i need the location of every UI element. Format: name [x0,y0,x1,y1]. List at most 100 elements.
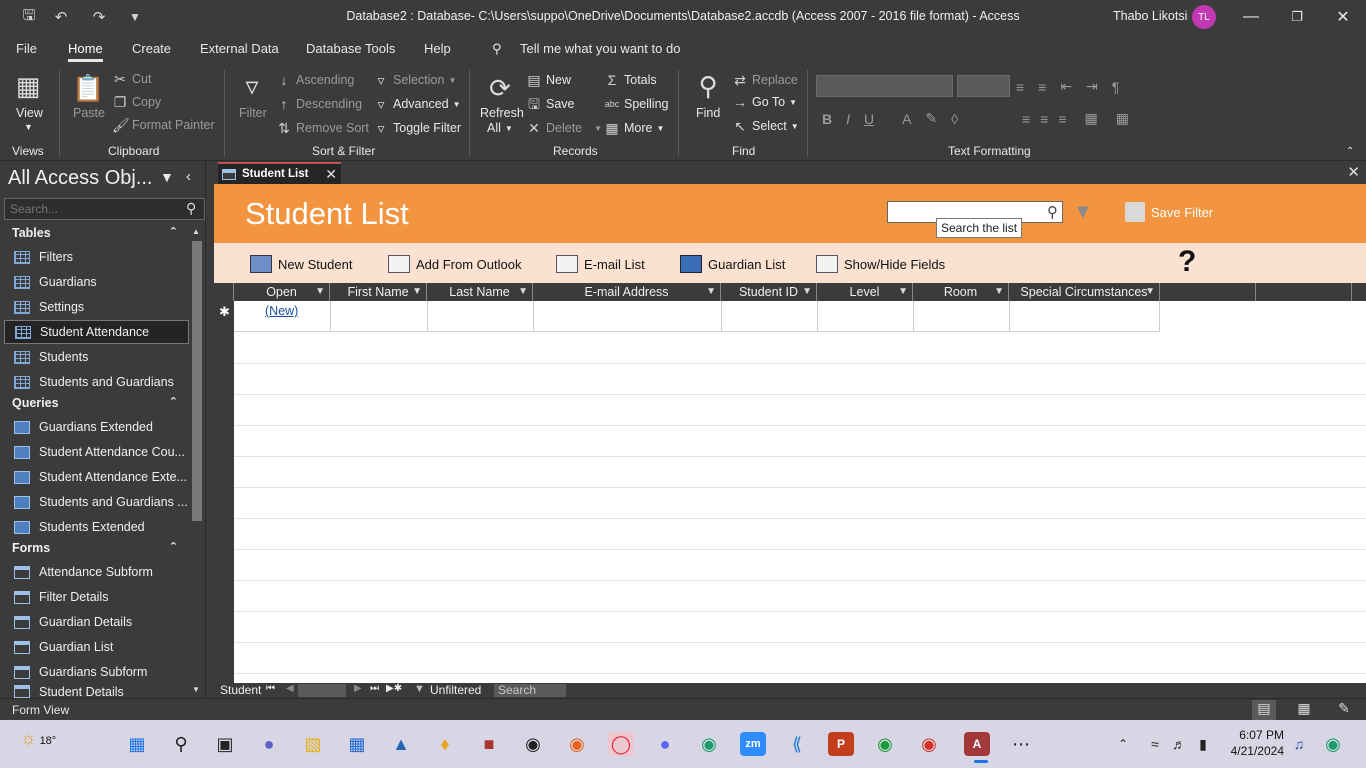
find-button[interactable]: Find [696,106,720,120]
refresh-all-button[interactable]: Refresh [480,106,524,120]
nav-item-form[interactable]: Guardian Details [4,610,189,634]
user-name[interactable]: Thabo Likotsi [1113,9,1187,23]
nav-section-forms[interactable]: Forms ⌃ [0,538,190,560]
nav-item-form[interactable]: Attendance Subform [4,560,189,584]
delete-record-button[interactable]: ✕ Delete ▼ [526,120,602,136]
design-view-icon[interactable]: ✎ [1332,700,1356,720]
zoom-icon[interactable]: zm [740,732,766,756]
record-selector-column[interactable] [214,301,234,683]
customize-toolbar-icon[interactable]: ▼ [122,4,148,30]
nav-pane-title[interactable]: All Access Obj... [8,167,153,190]
tab-external-data[interactable]: External Data [200,41,279,56]
nav-item-query[interactable]: Students Extended [4,515,189,539]
copy-button[interactable]: ❐ Copy [112,94,161,110]
nav-item-form[interactable]: Guardians Subform [4,660,189,684]
show-hide-fields-button[interactable]: Show/Hide Fields [816,255,945,273]
alternate-row-color-icon[interactable]: ▦ [1085,110,1098,127]
close-icon[interactable]: ✕ [325,166,337,183]
discord-icon[interactable]: ● [652,732,678,756]
select-all-corner[interactable] [214,283,234,301]
datasheet-view-icon[interactable]: ▦ [12,70,44,102]
chevron-down-icon[interactable]: ▼ [898,283,908,301]
bullets-icon[interactable]: ≡ [1016,79,1024,95]
email-list-button[interactable]: E-mail List [556,255,645,273]
nav-item-query[interactable]: Students and Guardians ... [4,490,189,514]
wifi-icon[interactable]: ≈ [1142,732,1168,756]
align-left-icon[interactable]: ≡ [1022,111,1030,127]
ascending-button[interactable]: ↓ Ascending [276,72,355,88]
teams-icon[interactable]: ● [256,732,282,756]
more-button[interactable]: ▦ More ▼ [604,120,664,136]
figma-icon[interactable]: ■ [476,732,502,756]
paste-icon[interactable]: 📋 [72,72,104,104]
underline-icon[interactable]: U [864,111,874,127]
current-record-field[interactable] [298,684,346,697]
advanced-button[interactable]: ▿ Advanced ▼ [373,96,460,112]
gridlines-icon[interactable]: ▦ [1116,110,1129,127]
file-explorer-icon[interactable]: ▧ [300,732,326,756]
nav-item-table[interactable]: Guardians [4,270,189,294]
layout-view-icon[interactable]: ▦ [1292,700,1316,720]
font-color-icon[interactable]: A [902,111,911,127]
tab-home[interactable]: Home [68,41,103,62]
search-icon[interactable]: ⚲ [186,200,196,217]
scrollbar-thumb[interactable] [192,241,202,521]
chevron-down-circle-icon[interactable]: ▼ [160,169,174,185]
tab-database-tools[interactable]: Database Tools [306,41,395,56]
column-header-student-id[interactable]: Student ID ▼ [721,283,817,301]
column-header-blank[interactable] [1160,283,1256,301]
scroll-up-icon[interactable]: ▲ [192,227,200,236]
nav-item-query[interactable]: Guardians Extended [4,415,189,439]
nav-item-table[interactable]: Students and Guardians [4,370,189,394]
form-view-icon[interactable]: ▤ [1252,700,1276,720]
paste-button[interactable]: Paste [73,106,105,120]
chevron-down-icon[interactable]: ▼ [315,283,325,301]
save-record-button[interactable]: 🖫 Save [526,96,574,112]
minimize-button[interactable]: — [1228,0,1274,34]
github-icon[interactable]: ◉ [520,732,546,756]
previous-record-icon[interactable]: ◀ [286,683,294,694]
nav-item-table[interactable]: Settings [4,295,189,319]
guardian-list-button[interactable]: Guardian List [680,255,785,273]
chrome-icon[interactable]: ◉ [916,732,942,756]
nav-scrollbar[interactable]: ▲ ▼ [190,225,204,698]
chevron-down-icon[interactable]: ▼ [412,283,422,301]
column-header-level[interactable]: Level ▼ [817,283,913,301]
column-header-special-circumstances[interactable]: Special Circumstances ▼ [1009,283,1160,301]
spelling-button[interactable]: abc Spelling [604,96,669,112]
access-icon[interactable]: A [964,732,990,756]
italic-icon[interactable]: I [846,111,850,127]
new-student-button[interactable]: New Student [250,255,352,273]
column-header-room[interactable]: Room ▼ [913,283,1009,301]
nav-item-table[interactable]: Students [4,345,189,369]
app-icon[interactable]: ▲ [388,732,414,756]
app-icon[interactable]: ♦ [432,732,458,756]
replace-button[interactable]: ⇄ Replace [732,72,798,88]
find-magnifier-icon[interactable]: ⚲ [692,70,724,102]
paragraph-icon[interactable]: ¶ [1112,79,1120,95]
chevron-up-icon[interactable]: ⌃ [1110,732,1136,756]
start-icon[interactable]: ▦ [124,732,150,756]
bold-icon[interactable]: B [822,111,832,127]
battery-icon[interactable]: ▮ [1190,732,1216,756]
nav-item-table-selected[interactable]: Student Attendance [4,320,189,344]
task-view-icon[interactable]: ▣ [212,732,238,756]
new-record-link[interactable]: (New) [265,304,298,318]
remove-sort-button[interactable]: ⇅ Remove Sort [276,120,369,136]
filter-icon[interactable]: ▿ [236,70,268,102]
new-blank-record-icon[interactable]: ▶✱ [386,683,402,694]
nav-item-query[interactable]: Student Attendance Cou... [4,440,189,464]
close-document-icon[interactable]: ✕ [1347,163,1360,181]
totals-button[interactable]: Σ Totals [604,72,657,88]
filter-state-button[interactable]: Unfiltered [430,683,481,697]
column-header-blank[interactable] [1256,283,1352,301]
nav-item-form[interactable]: Student Details [4,685,189,698]
font-style-buttons[interactable]: B I U A ✎ ◊ [822,110,958,127]
bell-icon[interactable]: ♫ [1286,732,1312,756]
redo-icon[interactable]: ↷ [86,4,112,30]
column-header-last-name[interactable]: Last Name ▼ [427,283,533,301]
add-from-outlook-button[interactable]: Add From Outlook [388,255,522,273]
decrease-indent-icon[interactable]: ⇤ [1060,78,1072,95]
refresh-icon[interactable]: ⟳ [484,72,516,104]
chevron-down-icon[interactable]: ▼ [802,283,812,301]
